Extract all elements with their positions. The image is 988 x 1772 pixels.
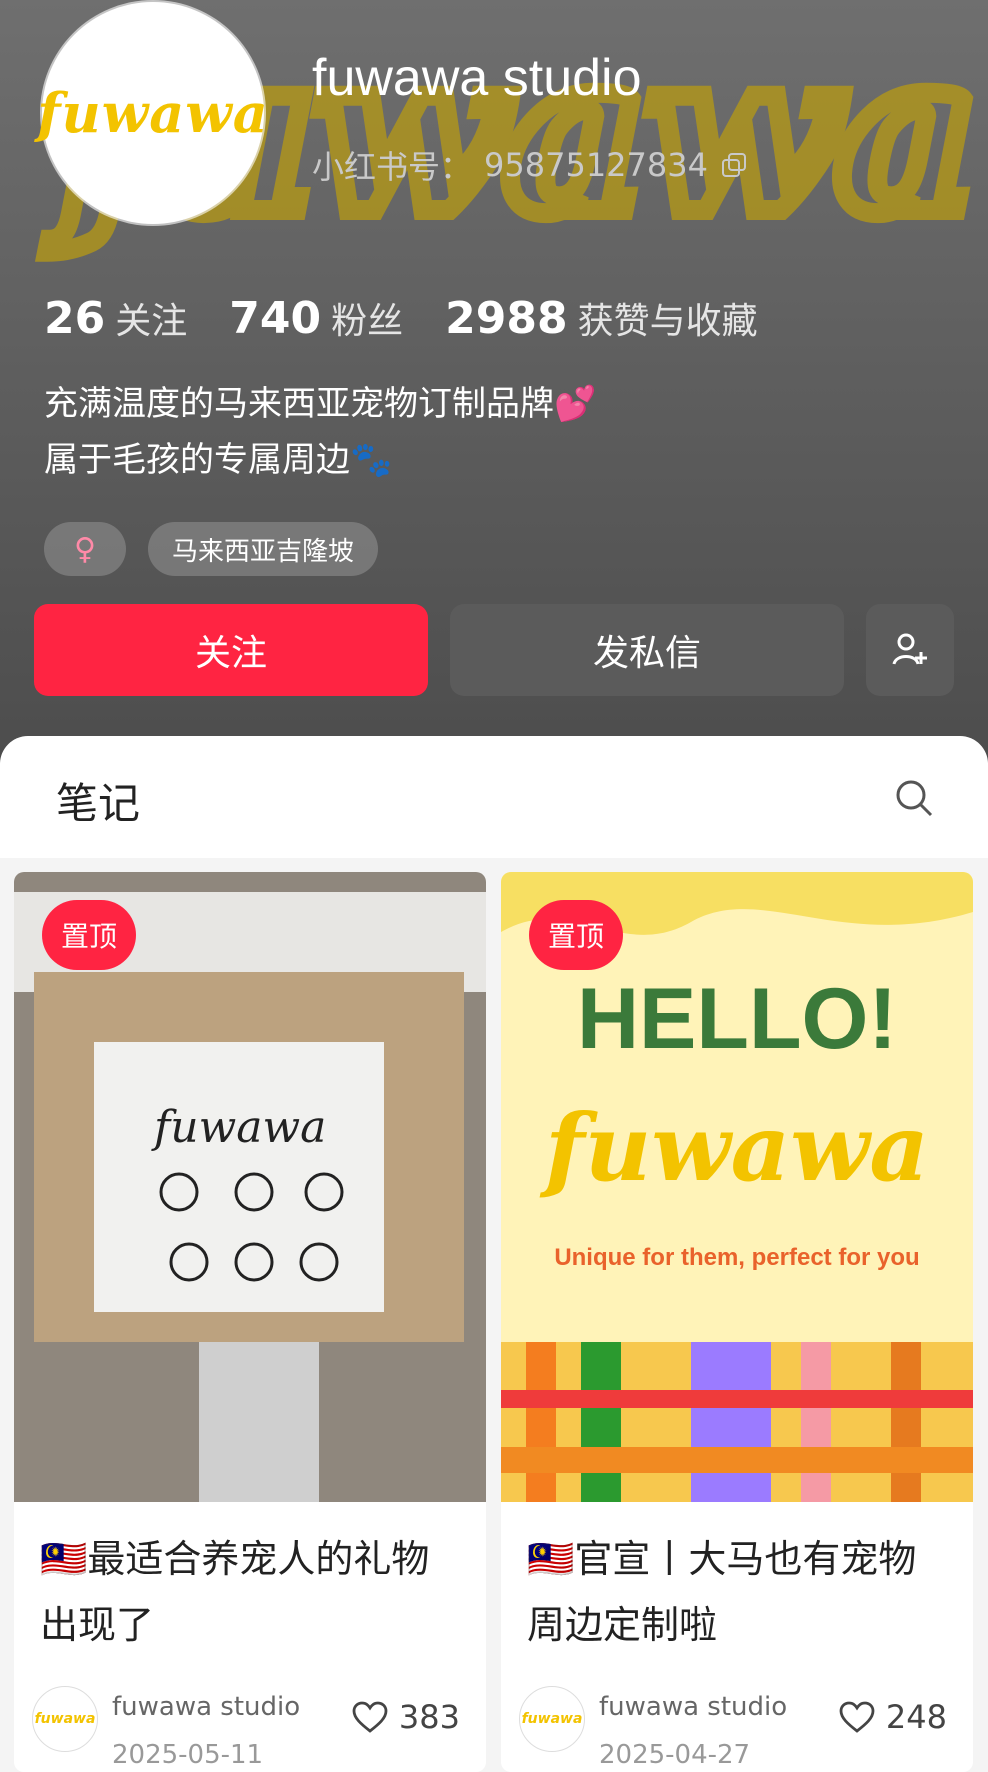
redbook-id-label: 小红书号：	[312, 148, 473, 186]
add-friend-button[interactable]	[866, 604, 954, 696]
profile-name: fuwawa studio	[312, 49, 642, 107]
profile-stats: 26 关注 740 粉丝 2988 获赞与收藏	[44, 292, 758, 344]
like-button[interactable]: 383	[351, 1698, 460, 1736]
profile-header: fuwawa fuwawa fuwawa studio 小红书号： 958751…	[0, 0, 988, 800]
note-cover-image: fuwawa 置顶	[14, 872, 486, 1502]
location-tag: 马来西亚吉隆坡	[148, 522, 379, 576]
pinned-badge: 置顶	[42, 900, 136, 970]
stat-followers[interactable]: 740 粉丝	[229, 292, 403, 344]
note-date: 2025-04-27	[599, 1740, 751, 1770]
avatar-logo: fuwawa	[37, 81, 269, 145]
add-user-icon	[892, 633, 927, 665]
notes-tab-bar: 笔记	[0, 736, 988, 859]
stat-likes-collections[interactable]: 2988 获赞与收藏	[445, 292, 757, 344]
profile-tags: ♀ 马来西亚吉隆坡	[44, 522, 379, 576]
copy-icon[interactable]	[720, 153, 746, 177]
like-count: 383	[398, 1698, 460, 1736]
heart-icon	[352, 1701, 388, 1733]
pinned-badge: 置顶	[529, 900, 623, 970]
cover-tagline: Unique for them, perfect for you	[554, 1244, 920, 1271]
note-card[interactable]: fuwawa 置顶 🇲🇾最适合养宠人的礼物出现了 fuwawa fuwawa s…	[14, 872, 486, 1772]
profile-bio: 充满温度的马来西亚宠物订制品牌💕 属于毛孩的专属周边🐾	[44, 376, 596, 488]
stat-following-label: 关注	[115, 301, 188, 342]
profile-avatar[interactable]: fuwawa	[37, 2, 268, 224]
stat-following-count: 26	[44, 293, 106, 344]
author-name[interactable]: fuwawa studio	[599, 1692, 787, 1722]
heart-icon	[839, 1701, 875, 1733]
redbook-id: 小红书号： 95875127834	[312, 142, 746, 188]
stat-followers-count: 740	[229, 293, 322, 344]
note-card[interactable]: HELLO! fuwawa Unique for them, perfect f…	[501, 872, 973, 1772]
author-avatar[interactable]: fuwawa	[32, 1686, 98, 1752]
stat-followers-label: 粉丝	[331, 301, 404, 342]
bio-line-1: 充满温度的马来西亚宠物订制品牌💕	[44, 384, 597, 424]
author-name[interactable]: fuwawa studio	[112, 1692, 300, 1722]
gender-tag: ♀	[44, 522, 126, 576]
profile-actions: 关注 发私信	[34, 604, 954, 696]
avatar-logo: fuwawa	[34, 1711, 96, 1727]
notes-tab[interactable]: 笔记	[56, 770, 140, 831]
cover-hello-text: HELLO!	[576, 971, 898, 1067]
stat-likes-label: 获赞与收藏	[577, 301, 758, 342]
like-count: 248	[885, 1698, 947, 1736]
search-icon[interactable]	[894, 778, 934, 818]
message-button[interactable]: 发私信	[450, 604, 844, 696]
author-avatar[interactable]: fuwawa	[519, 1686, 585, 1752]
follow-button[interactable]: 关注	[34, 604, 428, 696]
bio-line-2: 属于毛孩的专属周边🐾	[44, 440, 393, 480]
note-title: 🇲🇾最适合养宠人的礼物出现了	[40, 1537, 430, 1647]
notes-feed: fuwawa 置顶 🇲🇾最适合养宠人的礼物出现了 fuwawa fuwawa s…	[0, 858, 988, 1772]
note-date: 2025-05-11	[112, 1740, 264, 1770]
stat-likes-count: 2988	[445, 293, 568, 344]
stat-following[interactable]: 26 关注	[44, 292, 187, 344]
svg-text:fuwawa: fuwawa	[151, 1102, 326, 1153]
note-title: 🇲🇾官宣丨大马也有宠物周边定制啦	[527, 1537, 917, 1647]
redbook-id-value: 95875127834	[484, 146, 708, 184]
note-cover-image: HELLO! fuwawa Unique for them, perfect f…	[501, 872, 973, 1502]
cover-brand-text: fuwawa	[544, 1094, 930, 1202]
avatar-logo: fuwawa	[521, 1711, 583, 1727]
like-button[interactable]: 248	[838, 1698, 947, 1736]
